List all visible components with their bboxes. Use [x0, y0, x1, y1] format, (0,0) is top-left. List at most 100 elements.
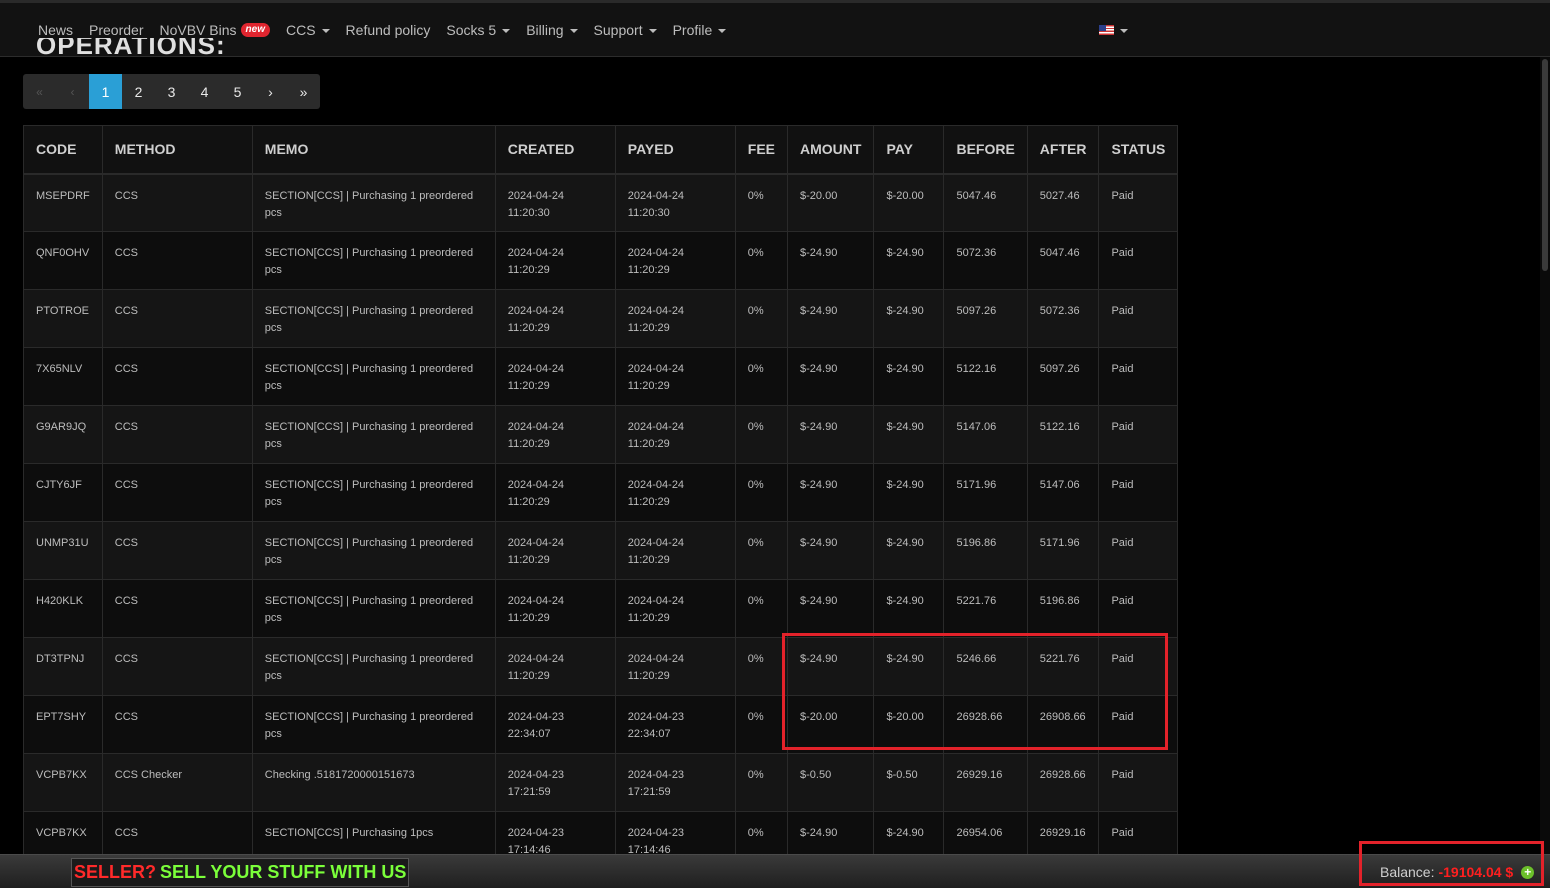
- cell-code: UNMP31U: [23, 521, 103, 580]
- page-button-2[interactable]: 2: [122, 74, 155, 109]
- created-time: 11:20:30: [507, 206, 550, 219]
- page-button-4[interactable]: 4: [188, 74, 221, 109]
- next-page-button[interactable]: ›: [254, 74, 287, 109]
- nav-item-billing[interactable]: Billing: [526, 22, 578, 38]
- nav-item-label: News: [38, 22, 74, 38]
- cell-fee: 0%: [734, 231, 789, 290]
- cell-status: Paid: [1098, 637, 1179, 696]
- nav-item-ccs[interactable]: CCS: [286, 22, 330, 38]
- cell-amount: $-24.90: [787, 347, 875, 406]
- last-page-button[interactable]: »: [287, 74, 320, 109]
- cell-status: Paid: [1098, 347, 1179, 406]
- cell-method: CCS: [101, 405, 253, 464]
- cell-created: 2024-04-24 11:20:29: [494, 405, 616, 464]
- cell-status: Paid: [1098, 753, 1179, 812]
- cell-payed: 2024-04-24 11:20:29: [614, 637, 736, 696]
- nav-item-preorder[interactable]: Preorder: [89, 22, 143, 38]
- cell-amount: $-24.90: [787, 521, 875, 580]
- table-row: QNF0OHV CCS SECTION[CCS] | Purchasing 1 pr…: [23, 231, 1179, 290]
- page-button-5[interactable]: 5: [221, 74, 254, 109]
- page-button-3[interactable]: 3: [155, 74, 188, 109]
- nav-item-label: Profile: [672, 22, 713, 38]
- payed-date: 2024-04-24: [627, 653, 685, 665]
- nav-item-support[interactable]: Support: [594, 22, 657, 38]
- cell-code: PTOTROE: [23, 289, 103, 348]
- created-time: 11:20:29: [507, 264, 550, 276]
- payed-time: 11:20:29: [627, 496, 670, 508]
- vertical-scrollbar[interactable]: [1540, 57, 1550, 854]
- cell-payed: 2024-04-23 17:21:59: [614, 753, 736, 812]
- seller-cta: SELL YOUR STUFF WITH US: [160, 862, 407, 882]
- cell-memo: SECTION[CCS] | Purchasing 1 preordered p…: [251, 231, 496, 290]
- cell-method: CCS: [101, 231, 253, 290]
- cell-pay: $-24.90: [873, 347, 945, 406]
- cell-memo: SECTION[CCS] | Purchasing 1 preordered p…: [251, 637, 496, 696]
- cell-payed: 2024-04-24 11:20:29: [614, 521, 736, 580]
- chevron-down-icon: [1120, 28, 1128, 33]
- top-navbar: News Preorder NoVBV Bins new CCS Refund polic…: [0, 0, 1550, 57]
- nav-item-label: Preorder: [89, 22, 144, 38]
- chevron-down-icon: [718, 28, 727, 33]
- cell-pay: $-24.90: [873, 637, 945, 696]
- nav-item-socks-5[interactable]: Socks 5: [446, 22, 511, 38]
- created-date: 2024-04-24: [507, 479, 565, 491]
- cell-method: CCS: [101, 695, 253, 754]
- created-date: 2024-04-24: [507, 305, 565, 317]
- cell-code: H420KLK: [23, 579, 103, 638]
- nav-item-news[interactable]: News: [38, 22, 73, 38]
- cell-amount: $-24.90: [787, 579, 875, 638]
- created-date: 2024-04-24: [507, 653, 565, 665]
- plus-circle-icon[interactable]: +: [1521, 865, 1535, 879]
- table-row: H420KLK CCS SECTION[CCS] | Purchasing 1 pr…: [23, 579, 1179, 638]
- operations-table: CODE METHOD MEMO CREATED PAYED FEE AMOUNT PAY BE…: [23, 125, 1179, 870]
- cell-created: 2024-04-24 11:20:29: [494, 521, 616, 580]
- cell-method: CCS: [101, 347, 253, 406]
- payed-date: 2024-04-24: [627, 537, 685, 549]
- table-row: MSEPDRF CCS SECTION[CCS] | Purchasing 1 pr…: [23, 173, 1179, 232]
- nav-item-refund-policy[interactable]: Refund policy: [346, 22, 431, 38]
- cell-payed: 2024-04-24 11:20:29: [614, 579, 736, 638]
- cell-before: 26928.66: [943, 695, 1028, 754]
- first-page-button[interactable]: «: [23, 74, 56, 109]
- cell-pay: $-24.90: [873, 579, 945, 638]
- nav-item-novbv-bins[interactable]: NoVBV Bins new: [159, 22, 270, 38]
- payed-time: 11:20:29: [627, 670, 670, 682]
- cell-fee: 0%: [734, 463, 789, 522]
- cell-created: 2024-04-24 11:20:29: [494, 231, 616, 290]
- cell-code: CJTY6JF: [23, 463, 103, 522]
- table-row: PTOTROE CCS SECTION[CCS] | Purchasing 1 pr…: [23, 289, 1179, 348]
- created-date: 2024-04-24: [507, 595, 565, 607]
- cell-method: CCS: [101, 173, 253, 232]
- cell-code: VCPB7KX: [23, 753, 103, 812]
- prev-page-button[interactable]: ‹: [56, 74, 89, 109]
- scrollbar-thumb[interactable]: [1542, 59, 1548, 271]
- created-date: 2024-04-24: [507, 537, 565, 549]
- payed-time: 17:21:59: [627, 786, 671, 798]
- created-time: 11:20:29: [507, 554, 550, 566]
- page-button-1[interactable]: 1: [89, 74, 122, 109]
- nav-item-label: Refund policy: [345, 22, 431, 38]
- nav-item-profile[interactable]: Profile: [673, 22, 727, 38]
- payed-date: 2024-04-24: [627, 247, 685, 259]
- cell-method: CCS: [101, 289, 253, 348]
- column-header-amount: AMOUNT: [787, 125, 875, 175]
- cell-before: 5246.66: [943, 637, 1028, 696]
- balance-label: Balance:: [1380, 864, 1435, 880]
- language-selector[interactable]: [1099, 25, 1128, 35]
- nav-item-label: Billing: [526, 22, 564, 38]
- created-time: 11:20:29: [507, 438, 550, 450]
- cell-amount: $-20.00: [787, 173, 875, 232]
- cell-fee: 0%: [734, 579, 789, 638]
- created-time: 22:34:07: [507, 728, 551, 740]
- sell-with-us-banner[interactable]: SELLER? SELL YOUR STUFF WITH US: [71, 858, 410, 887]
- table-header-row: CODE METHOD MEMO CREATED PAYED FEE AMOUNT PAY BE…: [23, 125, 1179, 175]
- payed-date: 2024-04-24: [627, 189, 685, 202]
- created-date: 2024-04-24: [507, 247, 565, 259]
- cell-after: 5147.06: [1026, 463, 1100, 522]
- chevron-down-icon: [648, 28, 657, 33]
- payed-date: 2024-04-24: [627, 595, 685, 607]
- table-row: EPT7SHY CCS SECTION[CCS] | Purchasing 1 pr…: [23, 695, 1179, 754]
- cell-fee: 0%: [734, 347, 789, 406]
- cell-fee: 0%: [734, 173, 789, 232]
- cell-amount: $-24.90: [787, 289, 875, 348]
